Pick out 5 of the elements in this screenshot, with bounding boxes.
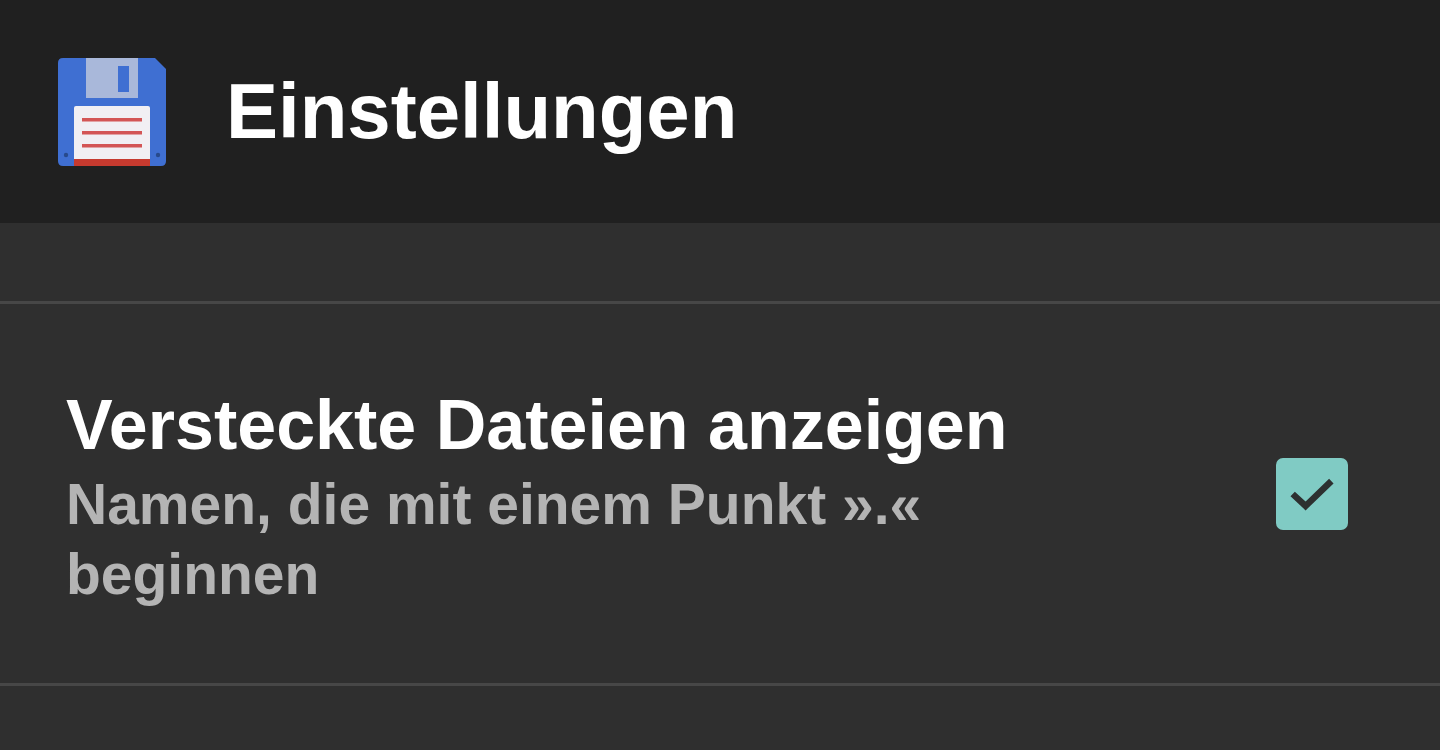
screen-title: Einstellungen	[226, 68, 738, 155]
preference-summary: Namen, die mit einem Punkt ».« beginnen	[66, 470, 923, 608]
checkmark-icon	[1289, 476, 1335, 511]
preference-title: Versteckte Dateien anzeigen	[66, 384, 1009, 466]
checkbox[interactable]	[1276, 457, 1348, 530]
